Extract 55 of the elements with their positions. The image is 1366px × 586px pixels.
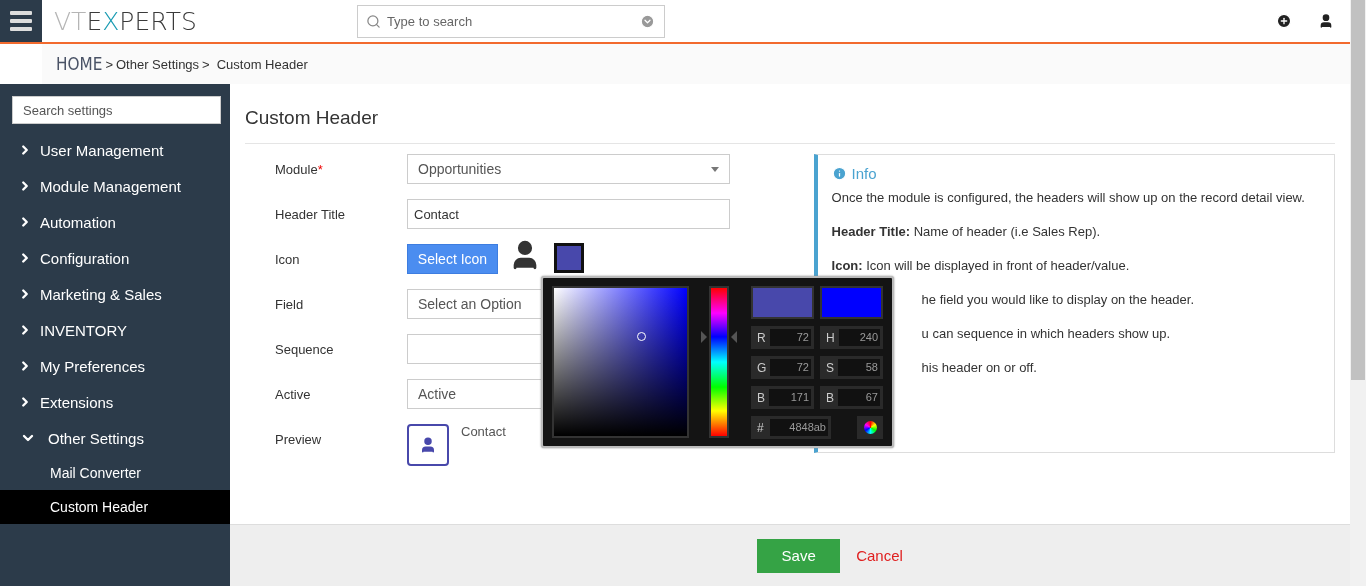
sidebar-item[interactable]: My Preferences	[0, 348, 230, 384]
text-field[interactable]: Contact	[407, 199, 730, 229]
breadcrumb-item[interactable]: HOME	[56, 54, 103, 74]
sidebar-item[interactable]: Module Management	[0, 168, 230, 204]
select-field[interactable]: Opportunities	[407, 154, 730, 184]
menu-button[interactable]	[0, 0, 42, 42]
sidebar-item[interactable]: Automation	[0, 204, 230, 240]
color-value-field[interactable]: B 171	[751, 386, 814, 409]
color-value-field[interactable]: S 58	[820, 356, 883, 379]
preview-text: Contact	[461, 424, 506, 439]
sidebar-item[interactable]: User Management	[0, 132, 230, 168]
page-title: Custom Header	[245, 84, 1335, 144]
field-label: Module*	[275, 161, 324, 177]
sidebar-subitem[interactable]: Mail Converter	[0, 456, 230, 490]
color-value-field[interactable]: G 72	[751, 356, 814, 379]
sidebar-subitem[interactable]: Custom Header	[0, 490, 230, 524]
field-label: Sequence	[275, 341, 335, 357]
field-label: Icon	[275, 251, 301, 267]
info-text: Header Title: Name of header (i.e Sales Rep).	[831, 223, 1101, 241]
logo: VTEXPERTS	[54, 6, 197, 36]
scrollbar[interactable]	[1350, 0, 1366, 586]
color-wheel-button[interactable]	[857, 416, 883, 439]
hue-slider[interactable]	[701, 286, 737, 438]
sidebar-item[interactable]: INVENTORY	[0, 312, 230, 348]
info-text: he field you would like to display on the header.	[921, 291, 1195, 309]
info-title: Info	[851, 165, 877, 182]
hex-field[interactable]: # 4848ab	[751, 416, 831, 439]
field-label: Active	[275, 386, 312, 402]
hue-handle[interactable]	[701, 330, 737, 343]
search-field[interactable]: Type to search	[356, 4, 665, 38]
field-label: Header Title	[275, 206, 347, 222]
info-text: Icon: Icon will be displayed in front of header/value.	[831, 257, 1130, 275]
breadcrumb-separator: >	[202, 56, 210, 72]
sidebar-item[interactable]: Configuration	[0, 240, 230, 276]
saturation-brightness-area[interactable]	[552, 286, 689, 438]
breadcrumb-separator: >	[105, 56, 113, 72]
info-text: u can sequence in which headers show up.	[921, 325, 1171, 343]
search-settings-field[interactable]: Search settings	[12, 96, 221, 124]
field-label: Field	[275, 296, 305, 312]
sidebar-item[interactable]: Marketing & Sales	[0, 276, 230, 312]
user-icon[interactable]	[1318, 13, 1334, 29]
info-text: his header on or off.	[921, 359, 1037, 377]
breadcrumb-item[interactable]: Other Settings	[116, 56, 200, 72]
info-text: Once the module is configured, the headers will show up on the record detail view.	[831, 189, 1305, 207]
info-icon	[831, 166, 847, 181]
color-value-field[interactable]: R 72	[751, 326, 814, 349]
color-swatch[interactable]	[554, 243, 584, 273]
sidebar-item[interactable]: Extensions	[0, 384, 230, 420]
breadcrumb-item: Custom Header	[216, 56, 308, 72]
sidebar-item[interactable]: Other Settings	[0, 420, 230, 456]
cancel-link[interactable]: Cancel	[856, 547, 903, 564]
field-label: Preview	[275, 431, 323, 447]
color-value-field[interactable]: B 67	[820, 386, 883, 409]
color-value-field[interactable]: H 240	[820, 326, 883, 349]
add-icon[interactable]	[1276, 13, 1292, 29]
